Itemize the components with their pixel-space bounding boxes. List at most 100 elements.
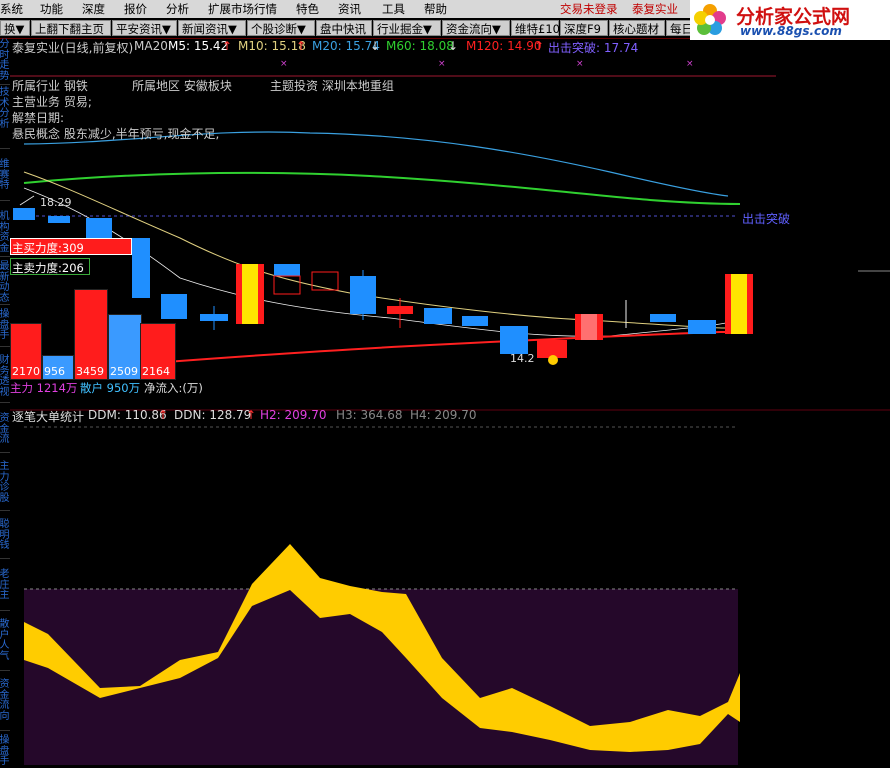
chart-area[interactable]: × × × × 泰复实业(日线,前复权) MA20 M5: 15.42 ↑ M1… xyxy=(10,38,890,765)
sidebar-item-capital-direction[interactable]: 资金流向 xyxy=(0,679,10,722)
sidebar-item-trader[interactable]: 操盘手 xyxy=(0,309,10,342)
force-bar-3: 3459 xyxy=(74,289,108,380)
industry-info: 所属行业 钢铁 xyxy=(12,79,88,93)
m120-arrow-icon: ↑ xyxy=(534,39,545,53)
sidebar-item-finance[interactable]: 财务透视 xyxy=(0,355,10,398)
sidebar-item-old-dealer[interactable]: 老庄主 xyxy=(0,569,10,602)
toolbar-flash-news-button[interactable]: 盘中快讯 xyxy=(316,20,372,36)
breakout-value: 出击突破: 17.74 xyxy=(548,41,639,55)
candle-12 xyxy=(424,308,452,324)
m5-value: M5: 15.42 xyxy=(168,39,229,53)
menu-system[interactable]: 系统 xyxy=(0,1,23,17)
ddm-value: DDM: 110.86 xyxy=(88,408,167,422)
breakout-line-label: 出击突破 xyxy=(742,212,791,226)
toolbar-industry-button[interactable]: 行业掘金▼ xyxy=(373,20,441,36)
main-buy-box: 主买力度:309 xyxy=(10,238,132,255)
main-buy-label: 主买力度:309 xyxy=(12,241,84,255)
toolbar-diagnosis-button[interactable]: 个股诊断▼ xyxy=(247,20,315,36)
ddm-arrow-icon: ↑ xyxy=(158,408,169,422)
menu-tools[interactable]: 工具 xyxy=(382,1,405,17)
business-info: 主营业务 贸易; xyxy=(12,95,92,109)
marker-x-1: × xyxy=(280,59,288,69)
m120-value: M120: 14.90 xyxy=(466,39,542,53)
m10-arrow-icon: ↑ xyxy=(296,39,307,53)
sidebar-item-weisaite[interactable]: 维赛特 xyxy=(0,159,10,192)
candle-2 xyxy=(48,216,70,223)
m20-arrow-icon: ↓ xyxy=(370,39,381,53)
force-bar-value: 2170 xyxy=(12,365,40,378)
m5-arrow-icon: ↑ xyxy=(222,39,233,53)
sidebar-item-timeshare[interactable]: 分时走势 xyxy=(0,39,10,82)
candle-18 xyxy=(650,314,676,322)
sidebar-item-trader-2[interactable]: 操盘手 xyxy=(0,735,10,768)
retail-value: 散户 950万 xyxy=(80,381,141,395)
force-bar-1: 2170 xyxy=(10,323,42,380)
force-bar-2: 956 xyxy=(42,355,74,380)
sidebar-item-retail-sentiment[interactable]: 散户人气 xyxy=(0,619,10,662)
net-flow-label: 净流入:(万) xyxy=(144,381,203,395)
left-sidebar: 分时走势 技术分析 维赛特 机构资金 最新动态 操盘手 财务透视 资金流 主力诊… xyxy=(0,39,10,768)
h2-value: H2: 209.70 xyxy=(260,408,327,422)
concept-info: 悬民概念 股东减少,半年预亏,现金不足, xyxy=(12,127,220,141)
low-price-label: 14.2 xyxy=(510,352,535,365)
sidebar-item-fund-flow[interactable]: 资金流 xyxy=(0,413,10,446)
marker-x-4: × xyxy=(686,59,694,69)
marker-x-3: × xyxy=(576,59,584,69)
toolbar-pingan-news-button[interactable]: 平安资讯▼ xyxy=(112,20,177,36)
toolbar-switch-button[interactable]: 换▼ xyxy=(0,20,30,36)
sidebar-item-institution[interactable]: 机构资金 xyxy=(0,211,10,254)
region-info: 所属地区 安徽板块 xyxy=(132,79,232,93)
candle-1 xyxy=(13,208,35,220)
menu-depth[interactable]: 深度 xyxy=(82,1,105,17)
main-sell-label: 主卖力度:206 xyxy=(12,261,84,275)
candle-3 xyxy=(86,218,112,238)
toolbar-page-button[interactable]: 上翻下翻主页 xyxy=(31,20,111,36)
logo-url: www.88gs.com xyxy=(740,24,842,38)
stock-name-label: 泰复实业 xyxy=(632,2,678,16)
big-order-title: 逐笔大单统计 xyxy=(12,410,85,424)
menu-analysis[interactable]: 分析 xyxy=(166,1,189,17)
sidebar-item-news[interactable]: 最新动态 xyxy=(0,261,10,304)
main-chart-title: 泰复实业(日线,前复权) xyxy=(12,41,134,55)
menu-help[interactable]: 帮助 xyxy=(424,1,447,17)
toolbar-core-theme-button[interactable]: 核心题材 xyxy=(609,20,665,36)
force-bar-value: 2164 xyxy=(142,365,170,378)
force-bar-value: 3459 xyxy=(76,365,104,378)
toolbar-news-button[interactable]: 新闻资讯▼ xyxy=(178,20,246,36)
m60-arrow-icon: ↓ xyxy=(448,39,459,53)
site-logo: 分析家公式网 www.88gs.com xyxy=(690,0,890,40)
sidebar-item-smart-money[interactable]: 聪明钱 xyxy=(0,519,10,552)
toolbar-f9-button[interactable]: 深度F9 xyxy=(560,20,608,36)
menu-function[interactable]: 功能 xyxy=(40,1,63,17)
candle-13 xyxy=(462,316,488,326)
candle-14 xyxy=(500,326,528,354)
candle-9 xyxy=(311,271,339,291)
login-status[interactable]: 交易未登录 xyxy=(560,1,618,17)
main-sell-box: 主卖力度:206 xyxy=(10,258,90,275)
marker-x-2: × xyxy=(438,59,446,69)
candle-19 xyxy=(688,320,716,334)
toolbar-f10-button[interactable]: 维特£10 xyxy=(511,20,560,36)
ma20-label: MA20 xyxy=(134,39,168,53)
force-bar-value: 2509 xyxy=(110,365,138,378)
menu-extended-market[interactable]: 扩展市场行情 xyxy=(208,1,277,17)
high-price-label: 18.29 xyxy=(40,196,72,209)
ddn-arrow-icon: ↑ xyxy=(246,408,257,422)
theme-info: 主题投资 深圳本地重组 xyxy=(270,79,394,93)
unlock-date-info: 解禁日期: xyxy=(12,111,65,125)
sidebar-item-technical[interactable]: 技术分析 xyxy=(0,87,10,130)
force-bar-value: 956 xyxy=(44,365,65,378)
toolbar-capital-flow-button[interactable]: 资金流向▼ xyxy=(442,20,510,36)
menu-quote[interactable]: 报价 xyxy=(124,1,147,17)
force-bars: 2170 956 3459 2509 2164 xyxy=(10,276,176,380)
high-pointer-line xyxy=(19,195,35,206)
menu-news[interactable]: 资讯 xyxy=(338,1,361,17)
force-bar-5: 2164 xyxy=(140,323,176,380)
main-force-value: 主力 1214万 xyxy=(10,381,78,395)
h3-value: H3: 364.68 xyxy=(336,408,403,422)
menu-features[interactable]: 特色 xyxy=(296,1,319,17)
sidebar-item-stock-diagnosis[interactable]: 主力诊股 xyxy=(0,461,10,504)
coin-icon xyxy=(548,355,558,365)
m60-value: M60: 18.08 xyxy=(386,39,454,53)
ddn-value: DDN: 128.79 xyxy=(174,408,252,422)
